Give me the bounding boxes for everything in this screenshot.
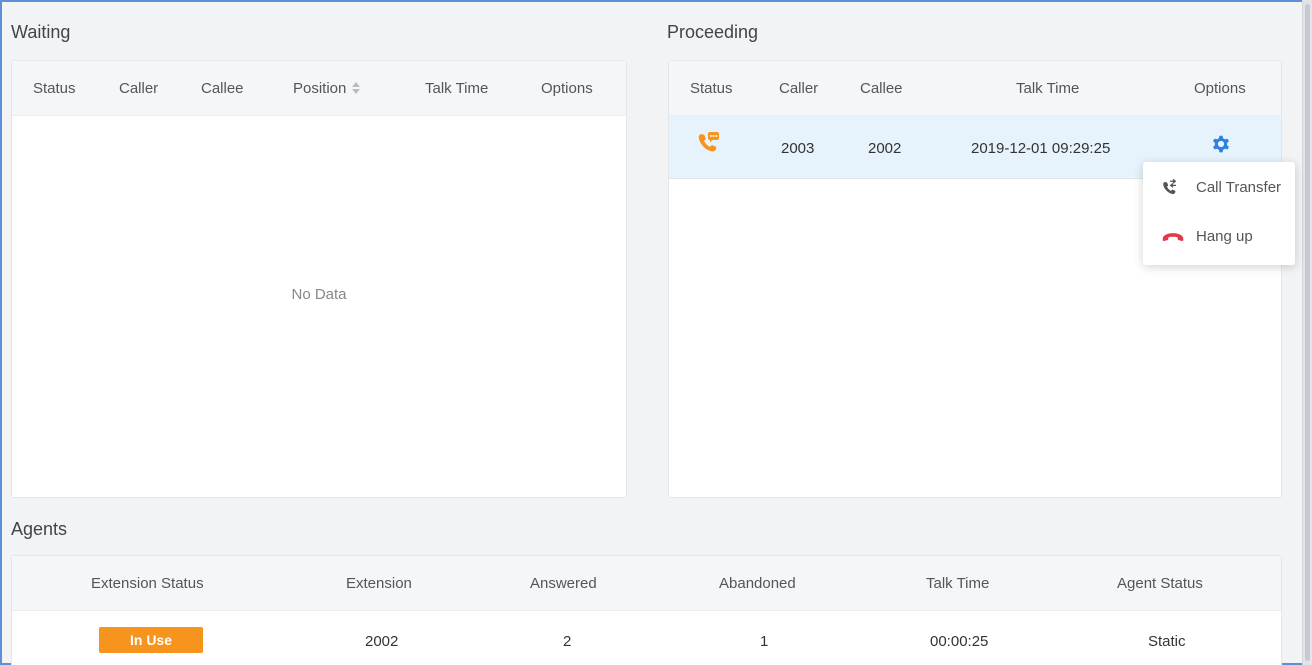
call-transfer-icon: [1163, 179, 1177, 195]
proceeding-col-options: Options: [1194, 80, 1246, 97]
proceeding-title: Proceeding: [667, 22, 759, 42]
agent-status: Static: [1148, 633, 1186, 650]
waiting-col-position[interactable]: Position: [293, 61, 361, 116]
proceeding-callee: 2002: [868, 140, 902, 157]
agent-answered: 2: [563, 633, 572, 650]
waiting-col-talk-time: Talk Time: [425, 80, 489, 97]
menu-item-call-transfer-label: Call Transfer: [1196, 179, 1282, 196]
options-dropdown-menu: Call Transfer Hang up: [1143, 162, 1295, 265]
scrollbar-thumb[interactable]: [1305, 4, 1310, 661]
waiting-table-header: Status Caller Callee Position Talk Time …: [12, 61, 626, 116]
menu-item-hang-up-label: Hang up: [1196, 228, 1253, 245]
gear-icon[interactable]: [1210, 133, 1232, 155]
proceeding-caller: 2003: [781, 140, 815, 157]
agents-title: Agents: [11, 519, 68, 539]
agent-abandoned: 1: [760, 633, 769, 650]
waiting-title: Waiting: [11, 22, 71, 42]
menu-item-hang-up[interactable]: Hang up: [1143, 215, 1295, 259]
waiting-empty-text: No Data: [291, 286, 347, 303]
agents-panel: Extension Status Extension Answered Aban…: [11, 555, 1282, 665]
agents-col-abandoned: Abandoned: [719, 575, 796, 592]
agents-table-header: Extension Status Extension Answered Aban…: [12, 556, 1281, 611]
proceeding-col-callee: Callee: [860, 80, 903, 97]
agents-col-answered: Answered: [530, 575, 597, 592]
agents-col-extension: Extension: [346, 575, 412, 592]
proceeding-col-caller: Caller: [779, 80, 819, 97]
agent-extension: 2002: [365, 633, 399, 650]
vertical-scrollbar[interactable]: [1302, 0, 1312, 665]
proceeding-col-status: Status: [690, 80, 733, 97]
agent-talk-time: 00:00:25: [930, 633, 989, 650]
agents-col-agent-status: Agent Status: [1117, 575, 1203, 592]
proceeding-talk-time: 2019-12-01 09:29:25: [971, 140, 1111, 157]
agents-col-talk-time: Talk Time: [926, 575, 990, 592]
waiting-col-position-label: Position: [293, 80, 347, 97]
agents-col-extension-status: Extension Status: [91, 575, 204, 592]
waiting-col-status: Status: [33, 80, 76, 97]
table-row: In Use 2002 2 1 00:00:25 Static: [12, 611, 1281, 665]
sort-icon[interactable]: [352, 82, 361, 95]
hang-up-icon: [1162, 233, 1184, 241]
proceeding-col-talk-time: Talk Time: [1016, 80, 1080, 97]
waiting-col-caller: Caller: [119, 80, 159, 97]
menu-item-call-transfer[interactable]: Call Transfer: [1143, 166, 1295, 210]
proceeding-table-header: Status Caller Callee Talk Time Options: [669, 61, 1281, 116]
waiting-col-options: Options: [541, 80, 593, 97]
phone-ringing-icon: [698, 132, 719, 152]
status-badge: In Use: [99, 627, 203, 653]
waiting-col-callee: Callee: [201, 80, 244, 97]
waiting-panel: Status Caller Callee Position Talk Time …: [11, 60, 627, 498]
proceeding-panel: Status Caller Callee Talk Time Options 2…: [668, 60, 1282, 498]
